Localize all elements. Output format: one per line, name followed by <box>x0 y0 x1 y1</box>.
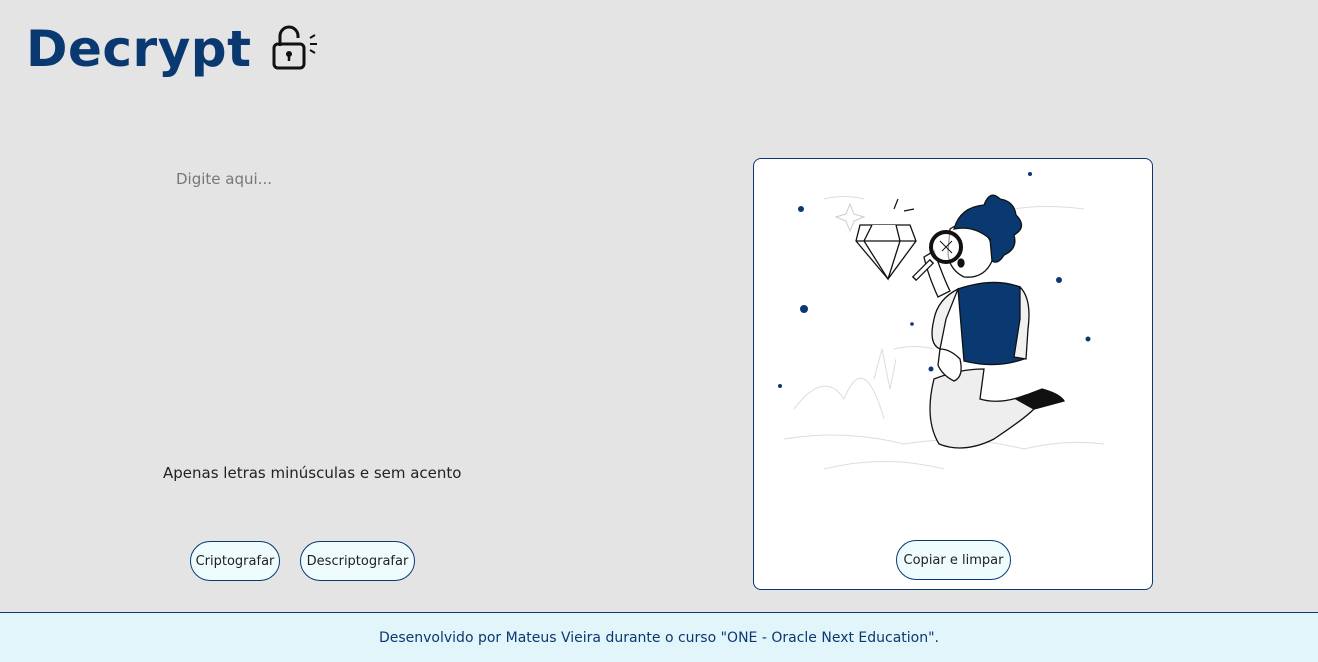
footer: Desenvolvido por Mateus Vieira durante o… <box>0 612 1318 662</box>
text-input[interactable] <box>166 160 686 440</box>
page-title: Decrypt <box>26 20 252 78</box>
person-magnifier-illustration <box>778 172 1105 470</box>
encrypt-button[interactable]: Criptografar <box>190 541 280 581</box>
footer-text: Desenvolvido por Mateus Vieira durante o… <box>378 629 940 646</box>
copy-clear-button[interactable]: Copiar e limpar <box>896 540 1011 580</box>
unlocked-padlock-icon <box>272 25 317 70</box>
decrypt-button[interactable]: Descriptografar <box>300 541 415 581</box>
header: Decrypt <box>26 20 322 78</box>
input-hint: Apenas letras minúsculas e sem acento <box>163 464 462 482</box>
output-panel: Copiar e limpar <box>753 158 1153 590</box>
